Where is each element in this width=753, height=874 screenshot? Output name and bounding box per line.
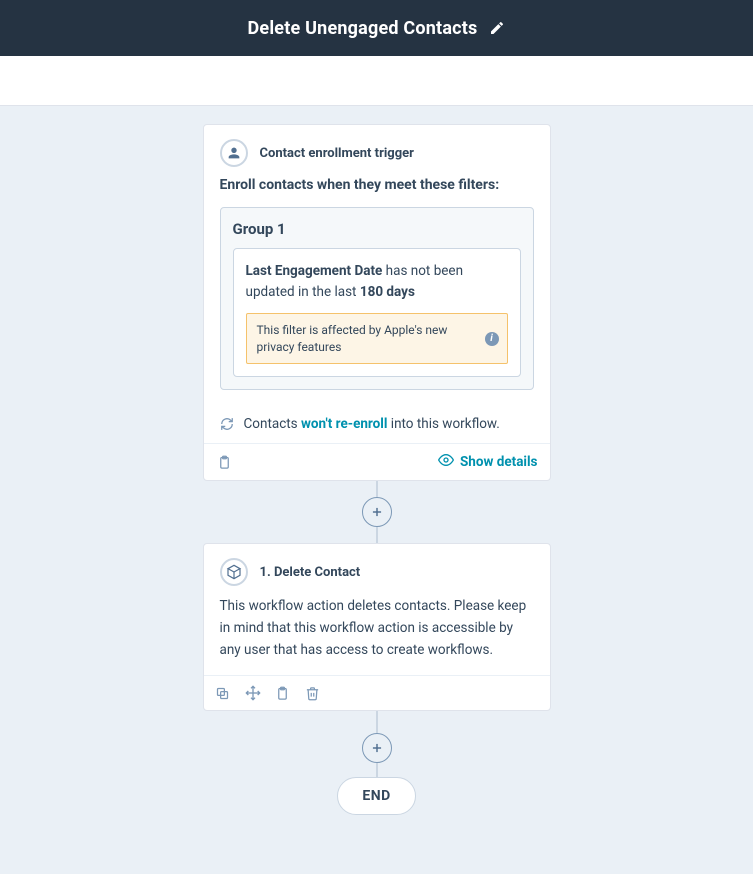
filter-item[interactable]: Last Engagement Date has not been update… (233, 248, 521, 377)
connector-line (376, 481, 378, 497)
show-details-button[interactable]: Show details (438, 452, 538, 472)
action-card-footer (204, 675, 550, 710)
filter-text: Last Engagement Date has not been update… (246, 261, 508, 303)
trigger-card-footer: Show details (204, 443, 550, 480)
connector-line (376, 527, 378, 543)
copy-icon[interactable] (214, 684, 232, 702)
spacer-bar (0, 56, 753, 106)
edit-title-icon[interactable] (489, 20, 505, 36)
top-bar: Delete Unengaged Contacts (0, 0, 753, 56)
privacy-warning: This filter is affected by Apple's new p… (246, 313, 508, 365)
cube-icon (220, 558, 248, 586)
contact-icon (220, 139, 248, 167)
info-icon[interactable]: i (485, 332, 499, 346)
filter-property: Last Engagement Date (246, 263, 383, 279)
action-description: This workflow action deletes contacts. P… (220, 596, 534, 661)
trigger-subhead: Enroll contacts when they meet these fil… (220, 177, 534, 193)
move-icon[interactable] (244, 684, 262, 702)
add-step-button[interactable] (362, 497, 392, 527)
clipboard-icon[interactable] (216, 453, 234, 471)
warning-text: This filter is affected by Apple's new p… (257, 323, 448, 354)
workflow-canvas: Contact enrollment trigger Enroll contac… (0, 106, 753, 815)
end-node: END (337, 777, 415, 815)
clipboard-icon[interactable] (274, 684, 292, 702)
trash-icon[interactable] (304, 684, 322, 702)
group-title: Group 1 (233, 220, 521, 238)
filter-value: 180 days (360, 284, 415, 300)
reenroll-row[interactable]: Contacts won't re-enroll into this workf… (204, 404, 550, 443)
refresh-icon (218, 415, 236, 433)
filter-group[interactable]: Group 1 Last Engagement Date has not bee… (220, 207, 534, 390)
action-card-header: 1. Delete Contact (204, 544, 550, 596)
trigger-heading: Contact enrollment trigger (260, 146, 414, 161)
connector-line (376, 711, 378, 733)
reenroll-text: Contacts won't re-enroll into this workf… (244, 416, 500, 432)
add-step-button[interactable] (362, 733, 392, 763)
connector-line (376, 763, 378, 777)
page-title: Delete Unengaged Contacts (248, 18, 478, 39)
action-card[interactable]: 1. Delete Contact This workflow action d… (203, 543, 551, 711)
eye-icon (438, 452, 454, 472)
trigger-card[interactable]: Contact enrollment trigger Enroll contac… (203, 124, 551, 481)
trigger-card-header: Contact enrollment trigger (204, 125, 550, 177)
reenroll-link[interactable]: won't re-enroll (301, 416, 387, 432)
action-title: 1. Delete Contact (260, 565, 361, 580)
